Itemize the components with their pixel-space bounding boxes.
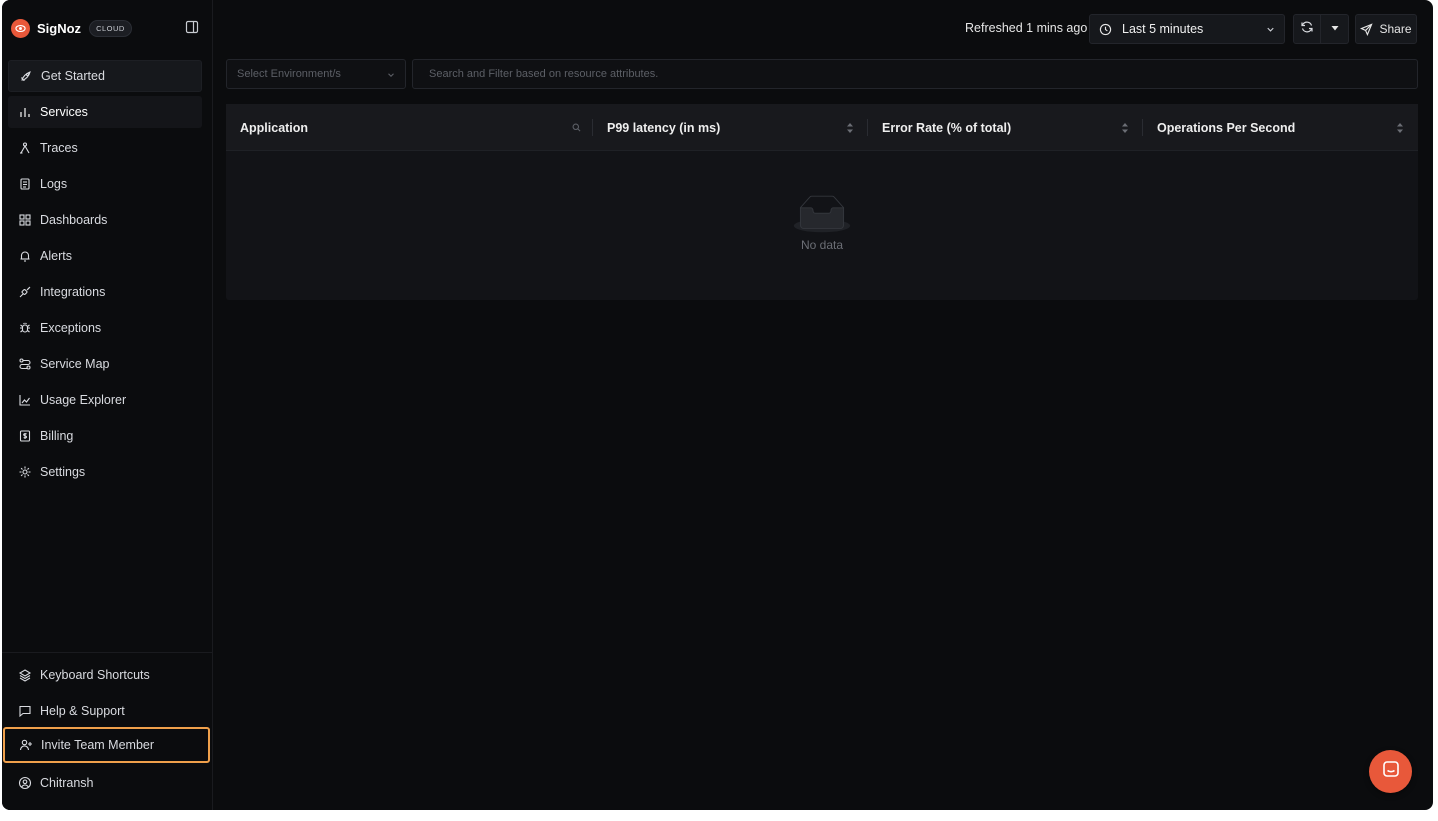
chevron-down-icon <box>1265 24 1276 35</box>
column-header-operations-per-second[interactable]: Operations Per Second <box>1143 104 1418 151</box>
chevron-down-icon <box>386 70 396 80</box>
environment-select[interactable]: Select Environment/s <box>226 59 406 89</box>
chat-icon <box>1381 759 1401 784</box>
refreshed-status: Refreshed 1 mins ago <box>965 21 1088 35</box>
sort-icon[interactable] <box>846 122 854 134</box>
sidebar-item-label: Integrations <box>40 285 106 299</box>
signoz-logo-icon[interactable] <box>11 18 30 38</box>
sidebar-item-logs[interactable]: Logs <box>8 168 202 200</box>
cloud-badge: CLOUD <box>89 19 132 37</box>
logs-scroll-icon <box>18 177 32 191</box>
message-square-icon <box>18 704 32 718</box>
sidebar-item-get-started[interactable]: Get Started <box>8 60 202 92</box>
empty-state-text: No data <box>800 238 844 252</box>
gear-icon <box>18 465 32 479</box>
search-icon[interactable] <box>572 123 581 132</box>
rocket-icon <box>19 69 33 83</box>
sidebar-item-label: Help & Support <box>40 704 125 718</box>
refresh-interval-dropdown[interactable] <box>1321 14 1349 44</box>
sidebar-item-label: Dashboards <box>40 213 108 227</box>
sidebar-item-alerts[interactable]: Alerts <box>8 240 202 272</box>
column-label: P99 latency (in ms) <box>607 120 721 135</box>
time-range-value: Last 5 minutes <box>1122 22 1204 36</box>
user-plus-icon <box>19 738 33 752</box>
dashboard-grid-icon <box>18 213 32 227</box>
main-content: Refreshed 1 mins ago Last 5 minutes Shar… <box>213 0 1433 810</box>
clock-icon <box>1099 23 1112 36</box>
resource-filter-search[interactable] <box>412 59 1418 89</box>
sidebar-item-label: Service Map <box>40 357 110 371</box>
sidebar-item-billing[interactable]: Billing <box>8 420 202 452</box>
bug-icon <box>18 321 32 335</box>
sidebar-item-label: Settings <box>40 465 86 479</box>
sidebar-item-label: Exceptions <box>40 321 102 335</box>
sidebar-item-help-support[interactable]: Help & Support <box>8 695 202 727</box>
caret-down-icon <box>1330 20 1340 38</box>
bar-chart-icon <box>18 105 32 119</box>
table-header: Application P99 latency (in ms) Error Ra… <box>226 104 1418 151</box>
area-chart-icon <box>18 393 32 407</box>
sidebar-item-label: Services <box>40 105 88 119</box>
sidebar-item-settings[interactable]: Settings <box>8 456 202 488</box>
refresh-button[interactable] <box>1293 14 1321 44</box>
sidebar-collapse-icon[interactable] <box>185 20 199 34</box>
sidebar-item-keyboard-shortcuts[interactable]: Keyboard Shortcuts <box>8 659 202 691</box>
sidebar-item-label: Traces <box>40 141 78 155</box>
sidebar-item-label: Billing <box>40 429 74 443</box>
sidebar-item-invite-team-member[interactable]: Invite Team Member <box>3 727 210 763</box>
sidebar-item-services[interactable]: Services <box>8 96 202 128</box>
sidebar-item-label: Usage Explorer <box>40 393 127 407</box>
empty-state: No data <box>226 194 1418 252</box>
share-label: Share <box>1379 22 1412 36</box>
sidebar-divider <box>2 652 213 653</box>
sidebar-item-label: Invite Team Member <box>41 738 155 752</box>
sort-icon[interactable] <box>1121 122 1129 134</box>
route-map-icon <box>18 357 32 371</box>
column-header-application[interactable]: Application <box>226 104 593 151</box>
bell-icon <box>18 249 32 263</box>
sidebar-item-label: Alerts <box>40 249 72 263</box>
share-button[interactable]: Share <box>1355 14 1417 44</box>
services-table: Application P99 latency (in ms) Error Ra… <box>226 104 1418 300</box>
sidebar-item-user-profile[interactable]: Chitransh <box>8 767 202 799</box>
sidebar-item-label: Logs <box>40 177 68 191</box>
receipt-dollar-icon <box>18 429 32 443</box>
brand-name: SigNoz <box>37 20 82 36</box>
sort-icon[interactable] <box>1396 122 1404 134</box>
column-label: Error Rate (% of total) <box>882 120 1012 135</box>
environment-placeholder: Select Environment/s <box>237 68 341 80</box>
sidebar-item-integrations[interactable]: Integrations <box>8 276 202 308</box>
sidebar-item-exceptions[interactable]: Exceptions <box>8 312 202 344</box>
empty-inbox-icon <box>793 195 851 233</box>
refresh-icon <box>1300 20 1314 39</box>
resource-filter-input[interactable] <box>429 68 1417 80</box>
column-label: Operations Per Second <box>1157 120 1296 135</box>
sidebar-item-label: Keyboard Shortcuts <box>40 668 150 682</box>
sidebar-item-label: Get Started <box>41 69 105 83</box>
sidebar: SigNoz CLOUD Get Started Services Traces <box>2 0 213 810</box>
sidebar-item-usage-explorer[interactable]: Usage Explorer <box>8 384 202 416</box>
user-circle-icon <box>18 776 32 790</box>
brand-header: SigNoz CLOUD <box>2 0 212 56</box>
column-label: Application <box>240 120 309 135</box>
app-window: SigNoz CLOUD Get Started Services Traces <box>2 0 1433 810</box>
send-icon <box>1360 22 1374 36</box>
sidebar-item-traces[interactable]: Traces <box>8 132 202 164</box>
layers-icon <box>18 668 32 682</box>
time-range-select[interactable]: Last 5 minutes <box>1089 14 1285 44</box>
column-header-error-rate[interactable]: Error Rate (% of total) <box>868 104 1143 151</box>
plug-icon <box>18 285 32 299</box>
column-header-p99-latency[interactable]: P99 latency (in ms) <box>593 104 868 151</box>
traces-icon <box>18 141 32 155</box>
sidebar-item-dashboards[interactable]: Dashboards <box>8 204 202 236</box>
sidebar-item-service-map[interactable]: Service Map <box>8 348 202 380</box>
sidebar-item-label: Chitransh <box>40 776 94 790</box>
support-chat-button[interactable] <box>1369 750 1412 793</box>
